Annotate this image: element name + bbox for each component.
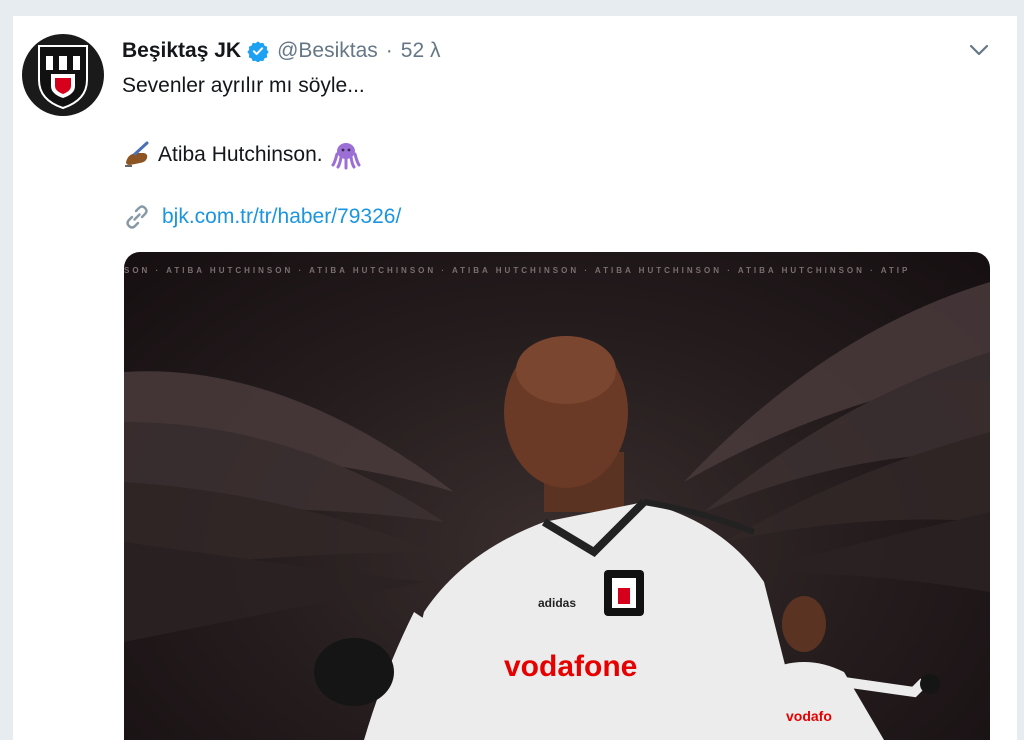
writing-hand-emoji-icon	[125, 141, 149, 167]
tweet-link-line: bjk.com.tr/tr/haber/79326/	[122, 202, 401, 232]
tweet-timestamp[interactable]: 52 λ	[401, 39, 441, 63]
chevron-down-icon[interactable]	[966, 40, 992, 60]
tweet-link[interactable]: bjk.com.tr/tr/haber/79326/	[162, 205, 401, 229]
small-jersey-sponsor-text: vodafo	[786, 708, 832, 724]
tweet-text-line: Sevenler ayrılır mı söyle...	[122, 74, 365, 97]
tweet-media-image[interactable]: SON · ATIBA HUTCHINSON · ATIBA HUTCHINSO…	[124, 252, 990, 740]
tweet-text-line: Atiba Hutchinson.	[122, 140, 361, 170]
left-wing-shape	[124, 371, 454, 642]
author-handle[interactable]: @Besiktas	[277, 39, 378, 63]
link-icon	[126, 205, 148, 229]
author-name[interactable]: Beşiktaş JK	[122, 39, 241, 63]
header-separator: ·	[385, 39, 393, 62]
top-bar	[0, 0, 1024, 16]
octopus-emoji-icon	[331, 143, 361, 170]
bjk-logo-icon	[38, 45, 88, 110]
jersey-sponsor-text: vodafone	[504, 650, 638, 683]
avatar[interactable]	[22, 34, 104, 116]
verified-badge-icon	[247, 41, 269, 62]
tweet-text-name: Atiba Hutchinson.	[158, 143, 323, 166]
jersey-brand-text: adidas	[538, 596, 577, 610]
tweet-header: Beşiktaş JK @Besiktas · 52 λ	[122, 36, 440, 66]
